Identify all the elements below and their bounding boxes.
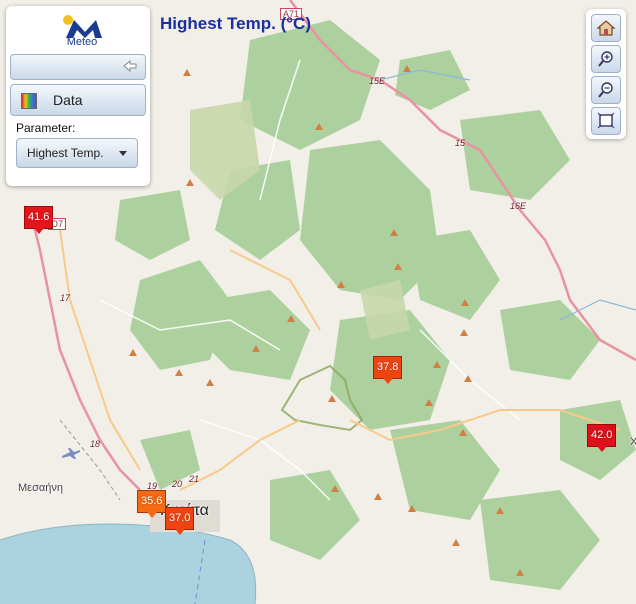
zoom-out-icon (598, 82, 613, 98)
temperature-marker[interactable]: 41.6 (24, 206, 54, 234)
palette-icon (21, 93, 37, 109)
map-tools (586, 9, 626, 139)
parameter-label: Parameter: (16, 121, 76, 135)
place-label-mesaini: Μεσαήνη (18, 482, 63, 494)
meteo-logo-icon (63, 15, 102, 38)
place-label-edge: Χ (630, 436, 636, 448)
road-label-15: 15 (455, 138, 466, 148)
full-extent-button[interactable] (591, 107, 621, 135)
arrow-left-icon (123, 59, 137, 73)
chevron-down-icon (119, 151, 127, 156)
home-button[interactable] (591, 14, 621, 42)
road-label-20: 20 (172, 479, 183, 489)
parameter-select-value: Highest Temp. (27, 146, 104, 160)
zoom-in-icon (598, 51, 613, 67)
parameter-select[interactable]: Highest Temp. (16, 138, 138, 168)
control-panel: Meteo Data Parameter: Highest Temp. (6, 6, 150, 186)
temperature-marker[interactable]: 35.6 (137, 490, 167, 518)
zoom-in-button[interactable] (591, 45, 621, 73)
map-canvas[interactable]: A71 15E 15 16E 17 18 19 20 21 O7 Μεσαήνη… (0, 0, 636, 604)
data-button[interactable]: Data (10, 84, 146, 116)
zoom-out-button[interactable] (591, 76, 621, 104)
data-button-label: Data (53, 92, 83, 108)
map-title: Highest Temp. (°C) (160, 14, 311, 33)
road-label-17: 17 (60, 293, 71, 303)
fullscreen-icon (597, 112, 615, 129)
logo-text: Meteo (66, 36, 98, 48)
road-label-18: 18 (90, 439, 101, 449)
temperature-marker[interactable]: 37.0 (165, 507, 195, 535)
home-icon (596, 20, 616, 36)
collapse-panel-button[interactable] (10, 54, 146, 80)
road-label-21: 21 (189, 474, 200, 484)
temperature-marker[interactable]: 42.0 (587, 424, 617, 452)
road-label-16e: 16E (510, 201, 527, 211)
temperature-marker[interactable]: 37.8 (373, 356, 403, 384)
road-label-15e: 15E (369, 76, 386, 86)
